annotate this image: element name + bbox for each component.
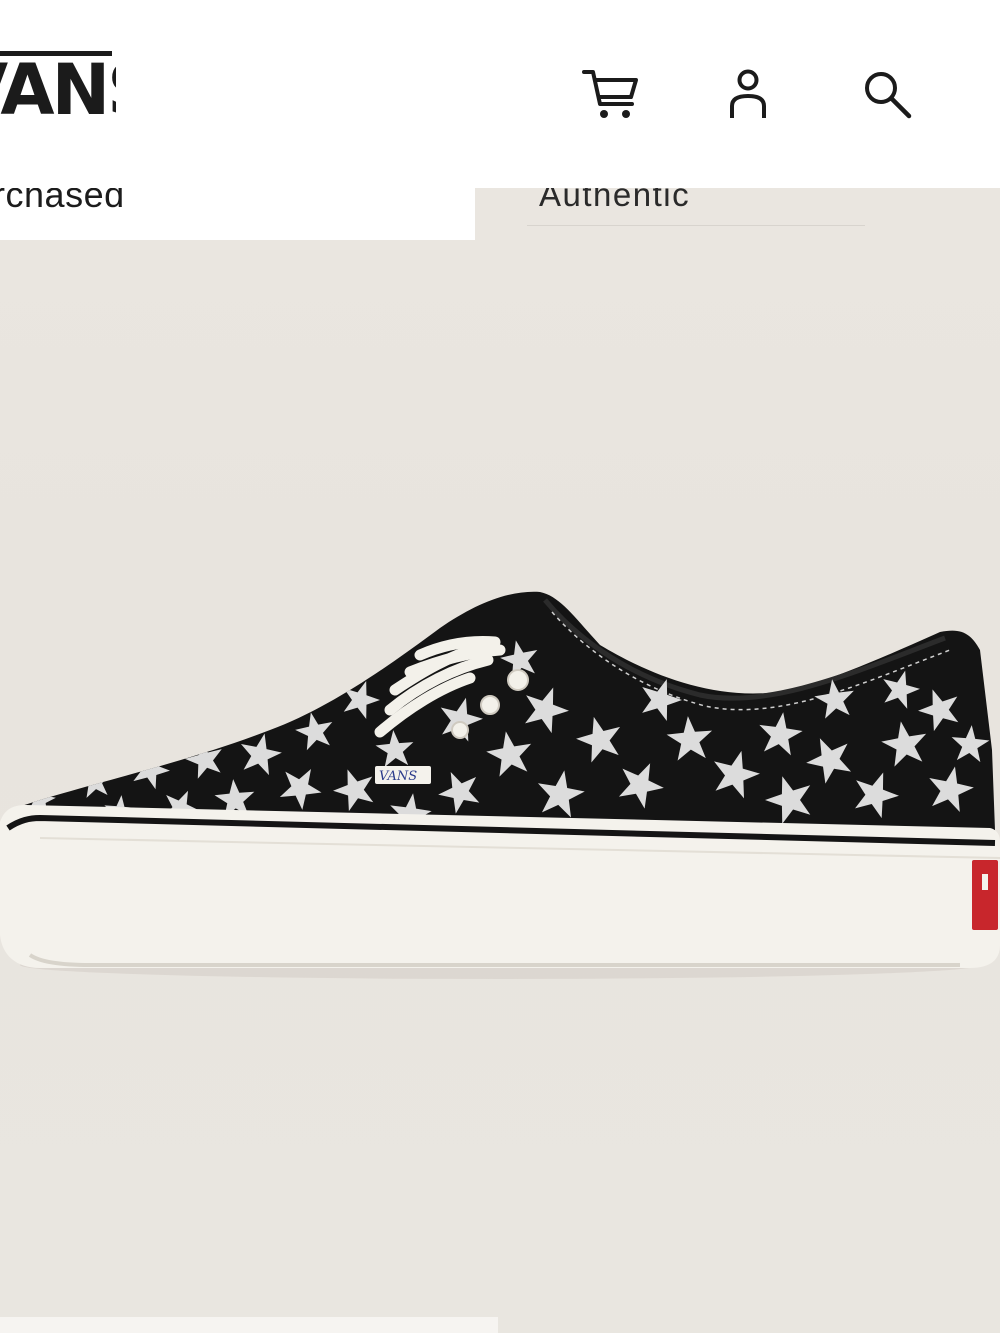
product-name-label: Authentic	[539, 188, 691, 213]
bottom-sheet-edge	[0, 1317, 498, 1333]
search-icon	[865, 72, 912, 119]
heel-tab-mark	[982, 874, 988, 890]
vans-logo[interactable]: VANS	[0, 46, 116, 126]
cart-button[interactable]	[578, 62, 642, 126]
cart-icon	[582, 70, 638, 118]
logo-text: VANS	[0, 49, 116, 126]
purchased-strip[interactable]: Purchased	[0, 188, 475, 240]
search-button[interactable]	[855, 62, 919, 126]
strip-divider	[527, 225, 865, 226]
account-button[interactable]	[716, 62, 780, 126]
user-icon	[730, 69, 766, 118]
tongue-label-text: VANS	[379, 769, 417, 784]
purchased-label: Purchased	[0, 188, 125, 215]
product-name-strip: Authentic	[527, 188, 865, 226]
site-header: VANS	[0, 0, 1000, 188]
product-image: VANS	[0, 591, 1000, 979]
heel-tab	[972, 860, 998, 930]
